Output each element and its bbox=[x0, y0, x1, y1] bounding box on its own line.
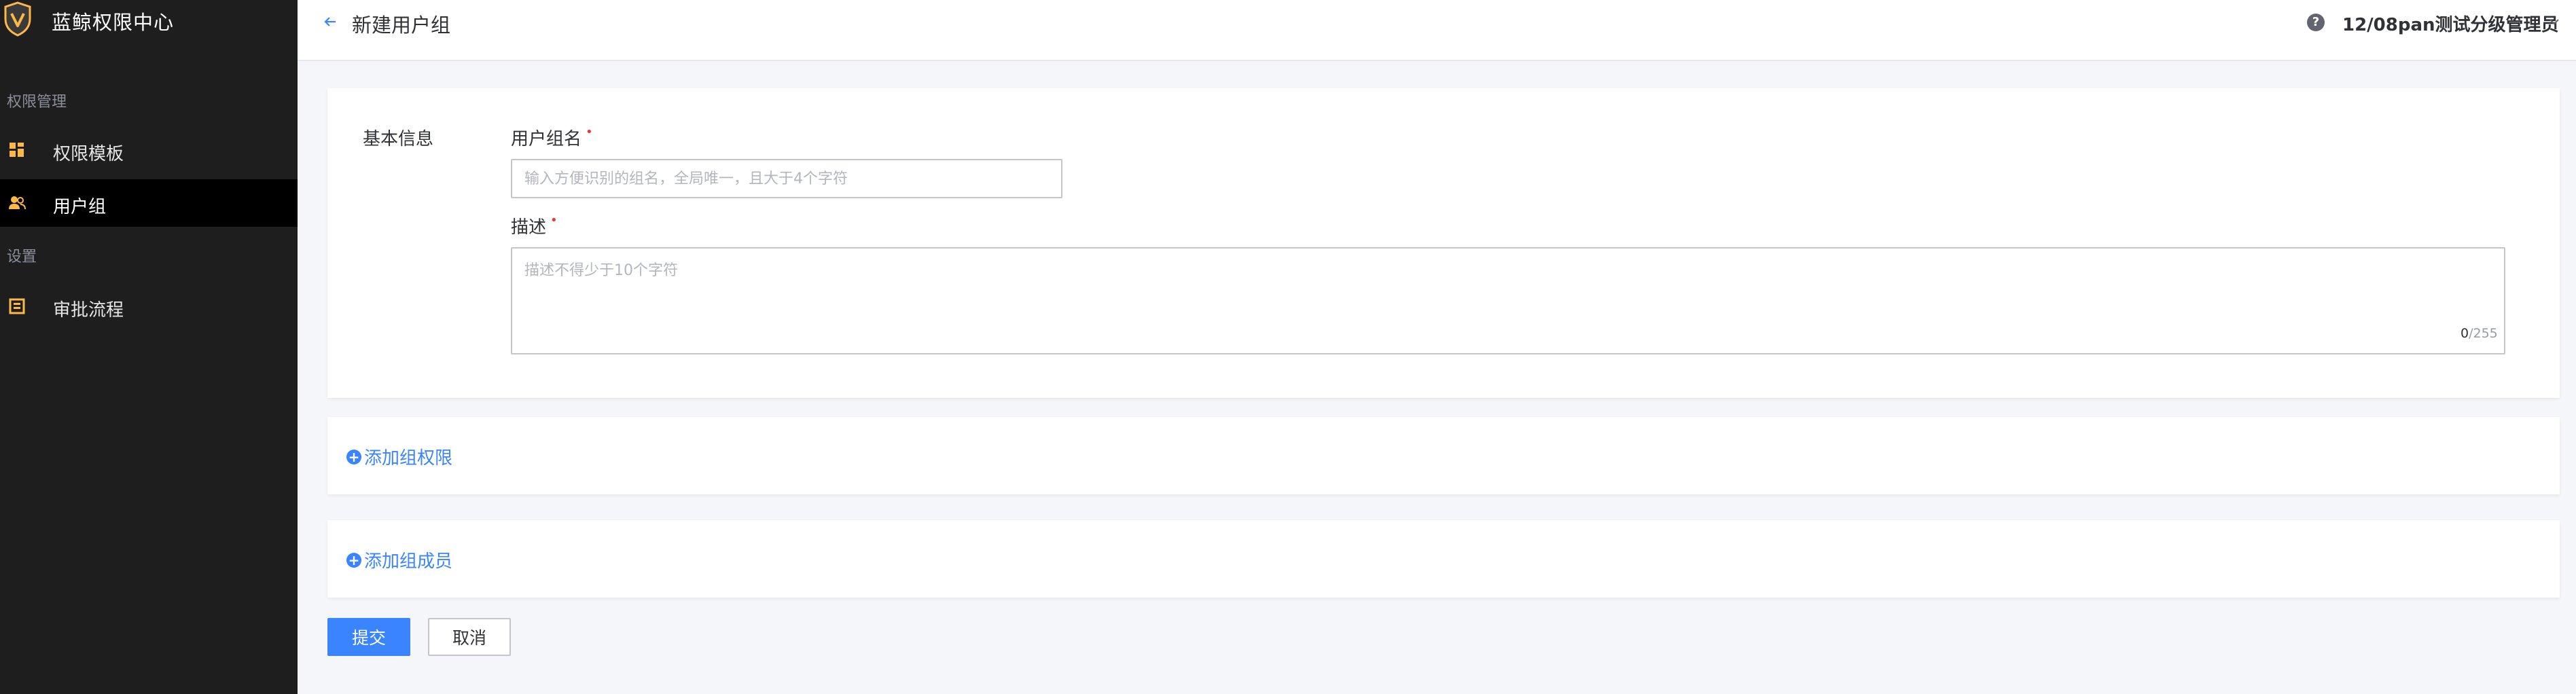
nav-group-settings: 设置 bbox=[7, 249, 37, 266]
top-header: 新建用户组 ? 12/08pan测试分级管理员 bbox=[298, 0, 2576, 61]
help-icon[interactable]: ? bbox=[2307, 14, 2325, 31]
desc-label: 描述 • bbox=[511, 213, 558, 238]
sidebar: 蓝鲸权限中心 权限管理 权限模板 用户组 设置 审批流程 bbox=[0, 0, 298, 694]
required-mark: • bbox=[550, 213, 558, 227]
desc-label-text: 描述 bbox=[511, 217, 547, 238]
plus-circle-icon: + bbox=[346, 552, 361, 568]
brand-logo-icon bbox=[4, 1, 31, 37]
add-member-label: 添加组成员 bbox=[364, 551, 453, 572]
char-counter-current: 0 bbox=[2461, 326, 2469, 341]
sidebar-item-template[interactable]: 权限模板 bbox=[0, 126, 298, 174]
submit-button[interactable]: 提交 bbox=[327, 618, 410, 656]
user-group-icon bbox=[9, 196, 26, 210]
group-name-input[interactable] bbox=[511, 159, 1062, 198]
current-user[interactable]: 12/08pan测试分级管理员 bbox=[2342, 11, 2559, 36]
add-permission-label: 添加组权限 bbox=[364, 448, 453, 469]
section-title: 基本信息 bbox=[363, 129, 434, 149]
page-title: 新建用户组 bbox=[352, 14, 451, 37]
description-textarea[interactable] bbox=[511, 247, 2505, 354]
sidebar-item-label: 用户组 bbox=[53, 197, 107, 217]
brand[interactable]: 蓝鲸权限中心 bbox=[0, 0, 298, 41]
template-icon bbox=[10, 143, 24, 157]
required-mark: • bbox=[586, 125, 593, 139]
add-member-link[interactable]: + 添加组成员 bbox=[346, 547, 452, 572]
char-counter: 0/255 bbox=[2461, 326, 2498, 341]
chevron-down-icon[interactable] bbox=[2547, 15, 2561, 29]
char-counter-max: /255 bbox=[2469, 326, 2498, 341]
back-arrow-icon[interactable] bbox=[322, 14, 338, 30]
add-permission-card: + 添加组权限 bbox=[327, 417, 2560, 494]
sidebar-item-approval[interactable]: 审批流程 bbox=[0, 282, 298, 330]
app-title: 蓝鲸权限中心 bbox=[52, 11, 175, 34]
sidebar-item-label: 审批流程 bbox=[53, 300, 124, 321]
plus-circle-icon: + bbox=[346, 449, 361, 464]
sidebar-item-label: 权限模板 bbox=[53, 144, 124, 164]
add-member-card: + 添加组成员 bbox=[327, 520, 2560, 598]
basic-info-card: 基本信息 用户组名• 描述• 0/255 bbox=[327, 88, 2560, 398]
name-label: 用户组名 • bbox=[511, 125, 593, 150]
nav-group-permission: 权限管理 bbox=[7, 94, 67, 111]
add-permission-link[interactable]: + 添加组权限 bbox=[346, 444, 452, 469]
cancel-button[interactable]: 取消 bbox=[428, 618, 511, 656]
approval-icon bbox=[9, 298, 25, 314]
sidebar-item-user-group[interactable]: 用户组 bbox=[0, 179, 298, 227]
name-label-text: 用户组名 bbox=[511, 129, 582, 149]
